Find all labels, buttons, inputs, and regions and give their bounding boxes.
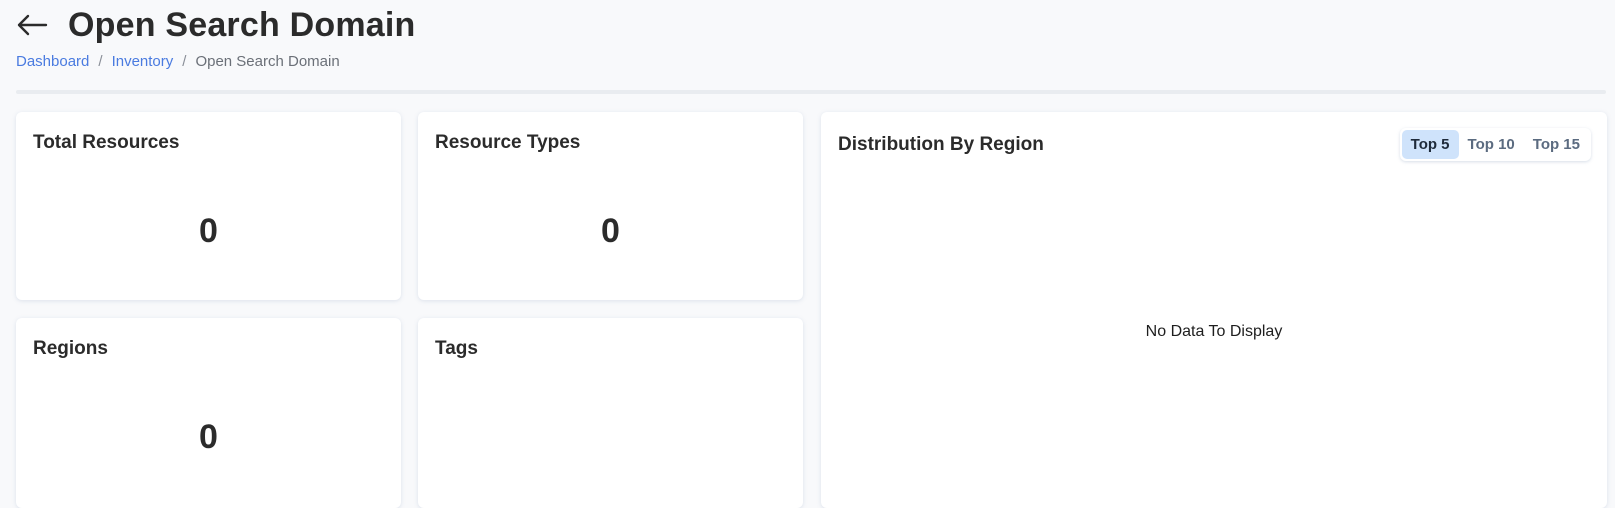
total-resources-card: Total Resources 0 xyxy=(16,112,401,300)
card-title: Distribution By Region xyxy=(838,134,1044,155)
header-divider xyxy=(16,90,1606,94)
back-button[interactable] xyxy=(16,7,52,43)
top-10-toggle[interactable]: Top 10 xyxy=(1459,130,1524,159)
card-title: Regions xyxy=(33,338,108,359)
regions-value: 0 xyxy=(199,418,218,456)
card-title: Total Resources xyxy=(33,132,180,153)
breadcrumb-inventory[interactable]: Inventory xyxy=(112,53,174,70)
breadcrumb-separator: / xyxy=(98,52,103,70)
breadcrumb-current: Open Search Domain xyxy=(195,52,340,70)
card-title: Resource Types xyxy=(435,132,581,153)
regions-card: Regions 0 xyxy=(16,318,401,508)
breadcrumb: Dashboard / Inventory / Open Search Doma… xyxy=(16,50,1606,72)
tags-card: Tags xyxy=(418,318,803,508)
no-data-message: No Data To Display xyxy=(1145,323,1283,340)
distribution-by-region-card: Distribution By Region Top 5 Top 10 Top … xyxy=(821,112,1607,508)
total-resources-value: 0 xyxy=(199,212,218,250)
resource-types-value: 0 xyxy=(601,212,620,250)
title-row: Open Search Domain xyxy=(16,0,1606,50)
card-title: Tags xyxy=(435,338,478,359)
breadcrumb-separator: / xyxy=(182,52,187,70)
page-header: Open Search Domain Dashboard / Inventory… xyxy=(16,0,1606,72)
breadcrumb-dashboard[interactable]: Dashboard xyxy=(16,53,89,70)
top-5-toggle[interactable]: Top 5 xyxy=(1401,130,1459,159)
arrow-left-icon xyxy=(17,14,48,36)
page-title: Open Search Domain xyxy=(68,5,416,44)
top-15-toggle[interactable]: Top 15 xyxy=(1524,130,1589,159)
resource-types-card: Resource Types 0 xyxy=(418,112,803,300)
top-n-toggle-group: Top 5 Top 10 Top 15 xyxy=(1399,128,1591,161)
